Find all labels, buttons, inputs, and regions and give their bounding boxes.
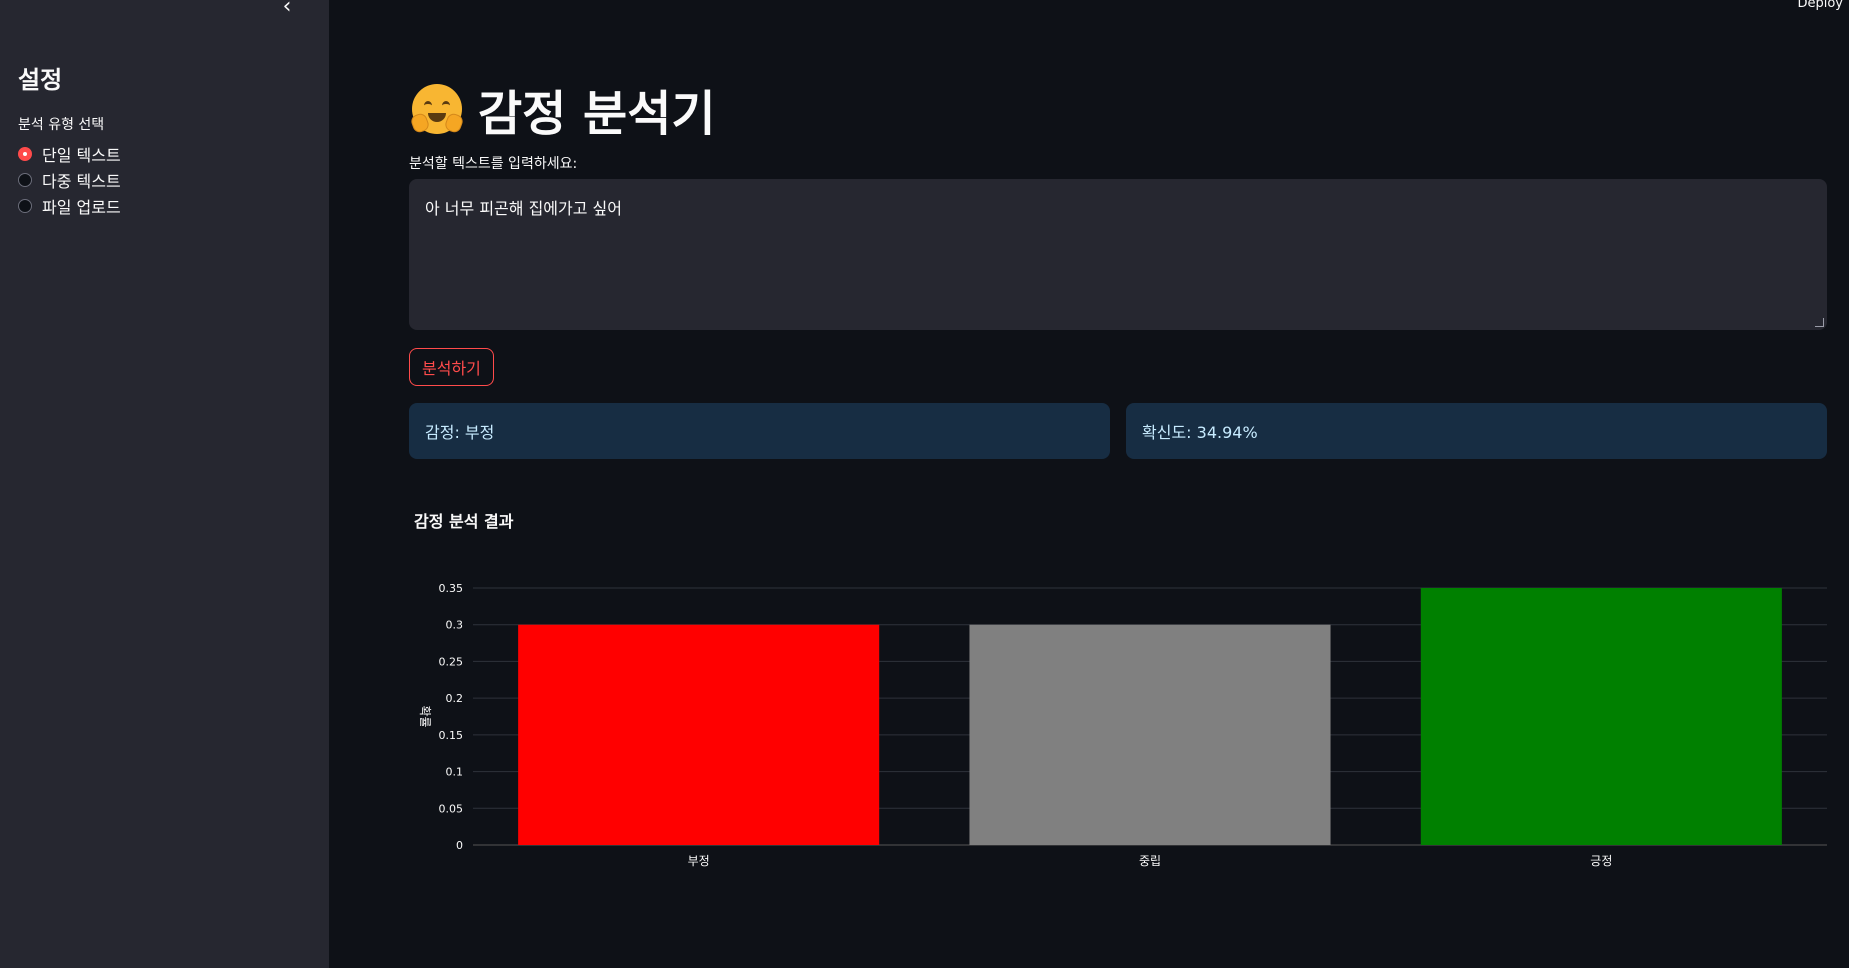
collapse-sidebar-icon[interactable]: ‹: [276, 0, 298, 19]
y-tick-label: 0: [456, 839, 463, 852]
y-tick-label: 0.3: [446, 619, 464, 632]
x-tick-label: 긍정: [1590, 854, 1612, 868]
resize-handle-icon[interactable]: [1815, 318, 1824, 327]
radio-unchecked-icon[interactable]: [18, 199, 32, 213]
chart-heading: 감정 분석 결과: [414, 512, 514, 531]
radio-checked-icon[interactable]: [18, 147, 32, 161]
y-tick-label: 0.35: [439, 582, 464, 595]
radio-option-label: 다중 텍스트: [42, 172, 121, 191]
x-tick-label: 중립: [1139, 854, 1161, 868]
radio-unchecked-icon[interactable]: [18, 173, 32, 187]
y-tick-label: 0.2: [446, 692, 464, 705]
text-input-value: 아 너무 피곤해 집에가고 싶어: [425, 199, 622, 218]
bar-1: [969, 624, 1331, 845]
confidence-result-box: 확신도: 34.94%: [1126, 403, 1827, 459]
hugging-face-emoji-icon: [409, 84, 465, 135]
radio-option-label: 단일 텍스트: [42, 146, 121, 165]
analysis-type-radio-group: 단일 텍스트 다중 텍스트 파일 업로드: [18, 141, 121, 219]
bar-0: [518, 624, 880, 845]
emotion-bar-chart: 0 0.05 0.1 0.15 0.2 0.25 0.3 0.35 확률부정 중립 긍정: [418, 582, 1827, 868]
page-title: 감정 분석기: [409, 74, 716, 144]
bar-2: [1420, 588, 1782, 845]
text-input-label: 분석할 텍스트를 입력하세요:: [409, 156, 578, 172]
y-tick-label: 0.15: [439, 729, 464, 742]
text-input-area[interactable]: 아 너무 피곤해 집에가고 싶어: [409, 179, 1827, 330]
confidence-result-text: 확신도: 34.94%: [1142, 423, 1258, 442]
sidebar-heading: 설정: [18, 66, 63, 94]
sidebar: ‹ 설정 분석 유형 선택 단일 텍스트 다중 텍스트 파일 업로드: [0, 0, 329, 968]
y-tick-label: 0.25: [439, 655, 464, 668]
y-tick-label: 0.1: [446, 766, 464, 779]
radio-option-single-text[interactable]: 단일 텍스트: [18, 141, 121, 167]
main-content: 감정 분석기 분석할 텍스트를 입력하세요: 아 너무 피곤해 집에가고 싶어 …: [409, 0, 1827, 968]
y-axis-label: 확률: [418, 705, 432, 727]
emotion-result-text: 감정: 부정: [425, 423, 495, 442]
radio-option-multi-text[interactable]: 다중 텍스트: [18, 167, 121, 193]
emotion-result-box: 감정: 부정: [409, 403, 1110, 459]
x-tick-label: 부정: [688, 854, 710, 868]
analysis-type-label: 분석 유형 선택: [18, 117, 105, 133]
radio-option-file-upload[interactable]: 파일 업로드: [18, 193, 121, 219]
analyze-button[interactable]: 분석하기: [409, 348, 494, 386]
page-title-text: 감정 분석기: [478, 86, 716, 142]
radio-option-label: 파일 업로드: [42, 198, 121, 217]
y-tick-label: 0.05: [439, 802, 464, 815]
